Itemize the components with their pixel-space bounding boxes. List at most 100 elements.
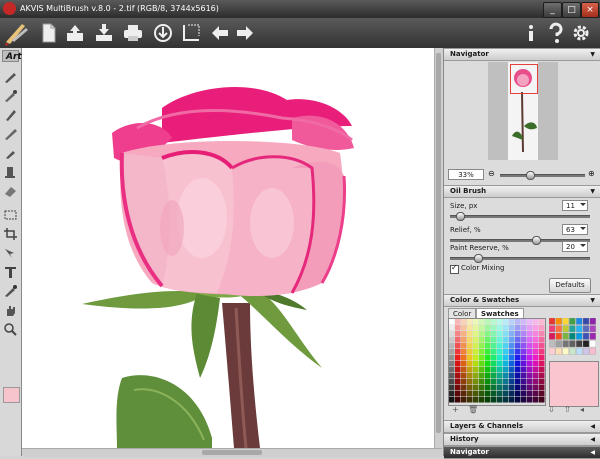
swatch-cell[interactable] <box>509 343 515 349</box>
swatch-cell[interactable] <box>515 367 521 373</box>
minimize-button[interactable]: _ <box>543 2 562 18</box>
swatch-cell[interactable] <box>461 397 467 403</box>
swatch-cell[interactable] <box>485 367 491 373</box>
preset-swatch[interactable] <box>562 325 569 333</box>
collapse-arrow-icon[interactable]: ▼ <box>590 49 595 60</box>
open-file-icon[interactable] <box>64 22 86 44</box>
preset-swatch[interactable] <box>555 332 562 340</box>
swatch-cell[interactable] <box>515 361 521 367</box>
swatch-cell[interactable] <box>473 337 479 343</box>
swatch-cell[interactable] <box>479 391 485 397</box>
swatch-cell[interactable] <box>497 337 503 343</box>
preset-swatch[interactable] <box>582 347 590 355</box>
size-input[interactable]: 11 <box>562 200 588 211</box>
zoom-out-icon[interactable]: ⊖ <box>488 169 495 178</box>
swatch-cell[interactable] <box>503 319 509 325</box>
swatch-cell[interactable] <box>449 337 455 343</box>
close-button[interactable]: × <box>581 2 599 18</box>
swatch-cell[interactable] <box>515 355 521 361</box>
add-swatch-icon[interactable]: + <box>452 405 459 414</box>
swatch-cell[interactable] <box>479 325 485 331</box>
swatch-cell[interactable] <box>473 391 479 397</box>
load-swatches-icon[interactable]: ⇩ <box>548 405 555 414</box>
preset-swatch[interactable] <box>569 332 576 340</box>
vertical-scroll-thumb[interactable] <box>436 53 441 433</box>
swatch-cell[interactable] <box>485 385 491 391</box>
swatch-cell[interactable] <box>521 367 527 373</box>
swatch-cell[interactable] <box>449 355 455 361</box>
preset-swatch[interactable] <box>582 317 590 325</box>
swatch-cell[interactable] <box>533 397 539 403</box>
swatch-cell[interactable] <box>485 325 491 331</box>
swatch-cell[interactable] <box>527 391 533 397</box>
swatch-cell[interactable] <box>497 325 503 331</box>
swatch-cell[interactable] <box>539 343 545 349</box>
swatch-cell[interactable] <box>467 397 473 403</box>
eyedropper-icon[interactable] <box>2 284 19 298</box>
swatch-cell[interactable] <box>473 355 479 361</box>
preset-swatch[interactable] <box>589 325 596 333</box>
swatch-cell[interactable] <box>455 343 461 349</box>
pencil-icon[interactable] <box>2 127 19 141</box>
swatch-cell[interactable] <box>533 385 539 391</box>
swatch-cell[interactable] <box>467 367 473 373</box>
swatch-cell[interactable] <box>449 349 455 355</box>
swatch-cell[interactable] <box>497 373 503 379</box>
zoom-icon[interactable] <box>2 322 19 336</box>
preset-swatch[interactable] <box>555 347 562 355</box>
swatch-cell[interactable] <box>473 361 479 367</box>
swatch-cell[interactable] <box>485 355 491 361</box>
swatch-cell[interactable] <box>473 397 479 403</box>
preset-swatch[interactable] <box>555 317 562 325</box>
swatch-cell[interactable] <box>521 349 527 355</box>
swatch-cell[interactable] <box>473 319 479 325</box>
swatch-cell[interactable] <box>455 361 461 367</box>
swatch-cell[interactable] <box>449 361 455 367</box>
swatch-cell[interactable] <box>479 373 485 379</box>
swatch-cell[interactable] <box>509 373 515 379</box>
swatch-cell[interactable] <box>485 337 491 343</box>
zoom-slider[interactable] <box>500 174 585 177</box>
swatch-cell[interactable] <box>479 337 485 343</box>
preset-swatch[interactable] <box>576 317 583 325</box>
swatch-cell[interactable] <box>491 397 497 403</box>
swatch-cell[interactable] <box>533 373 539 379</box>
swatch-cell[interactable] <box>467 361 473 367</box>
swatch-cell[interactable] <box>527 331 533 337</box>
swatch-cell[interactable] <box>473 385 479 391</box>
swatch-cell[interactable] <box>503 349 509 355</box>
swatch-cell[interactable] <box>539 337 545 343</box>
swatch-cell[interactable] <box>473 325 479 331</box>
swatch-cell[interactable] <box>449 331 455 337</box>
swatch-cell[interactable] <box>503 337 509 343</box>
navigator-view-frame[interactable] <box>510 64 538 94</box>
swatch-cell[interactable] <box>521 331 527 337</box>
swatch-cell[interactable] <box>473 343 479 349</box>
swatch-cell[interactable] <box>467 349 473 355</box>
swatch-cell[interactable] <box>455 325 461 331</box>
layers-channels-header[interactable]: Layers & Channels ◀ <box>444 420 600 433</box>
navigator-preview[interactable] <box>488 62 558 160</box>
swatch-cell[interactable] <box>479 385 485 391</box>
defaults-button[interactable]: Defaults <box>549 278 591 293</box>
swatch-cell[interactable] <box>539 373 545 379</box>
expand-arrow-icon[interactable]: ◀ <box>590 447 595 458</box>
swatch-cell[interactable] <box>491 355 497 361</box>
swatch-cell[interactable] <box>485 319 491 325</box>
swatch-cell[interactable] <box>461 343 467 349</box>
swatch-cell[interactable] <box>455 349 461 355</box>
preset-swatch[interactable] <box>576 347 583 355</box>
swatch-cell[interactable] <box>509 319 515 325</box>
swatch-cell[interactable] <box>533 337 539 343</box>
preset-swatch[interactable] <box>589 340 596 348</box>
swatch-cell[interactable] <box>527 319 533 325</box>
swatch-cell[interactable] <box>527 367 533 373</box>
swatch-cell[interactable] <box>509 391 515 397</box>
swatch-cell[interactable] <box>515 385 521 391</box>
swatch-cell[interactable] <box>449 367 455 373</box>
swatch-cell[interactable] <box>467 391 473 397</box>
swatch-cell[interactable] <box>527 355 533 361</box>
swatch-cell[interactable] <box>509 379 515 385</box>
swatch-cell[interactable] <box>539 355 545 361</box>
relief-input[interactable]: 63 <box>562 224 588 235</box>
